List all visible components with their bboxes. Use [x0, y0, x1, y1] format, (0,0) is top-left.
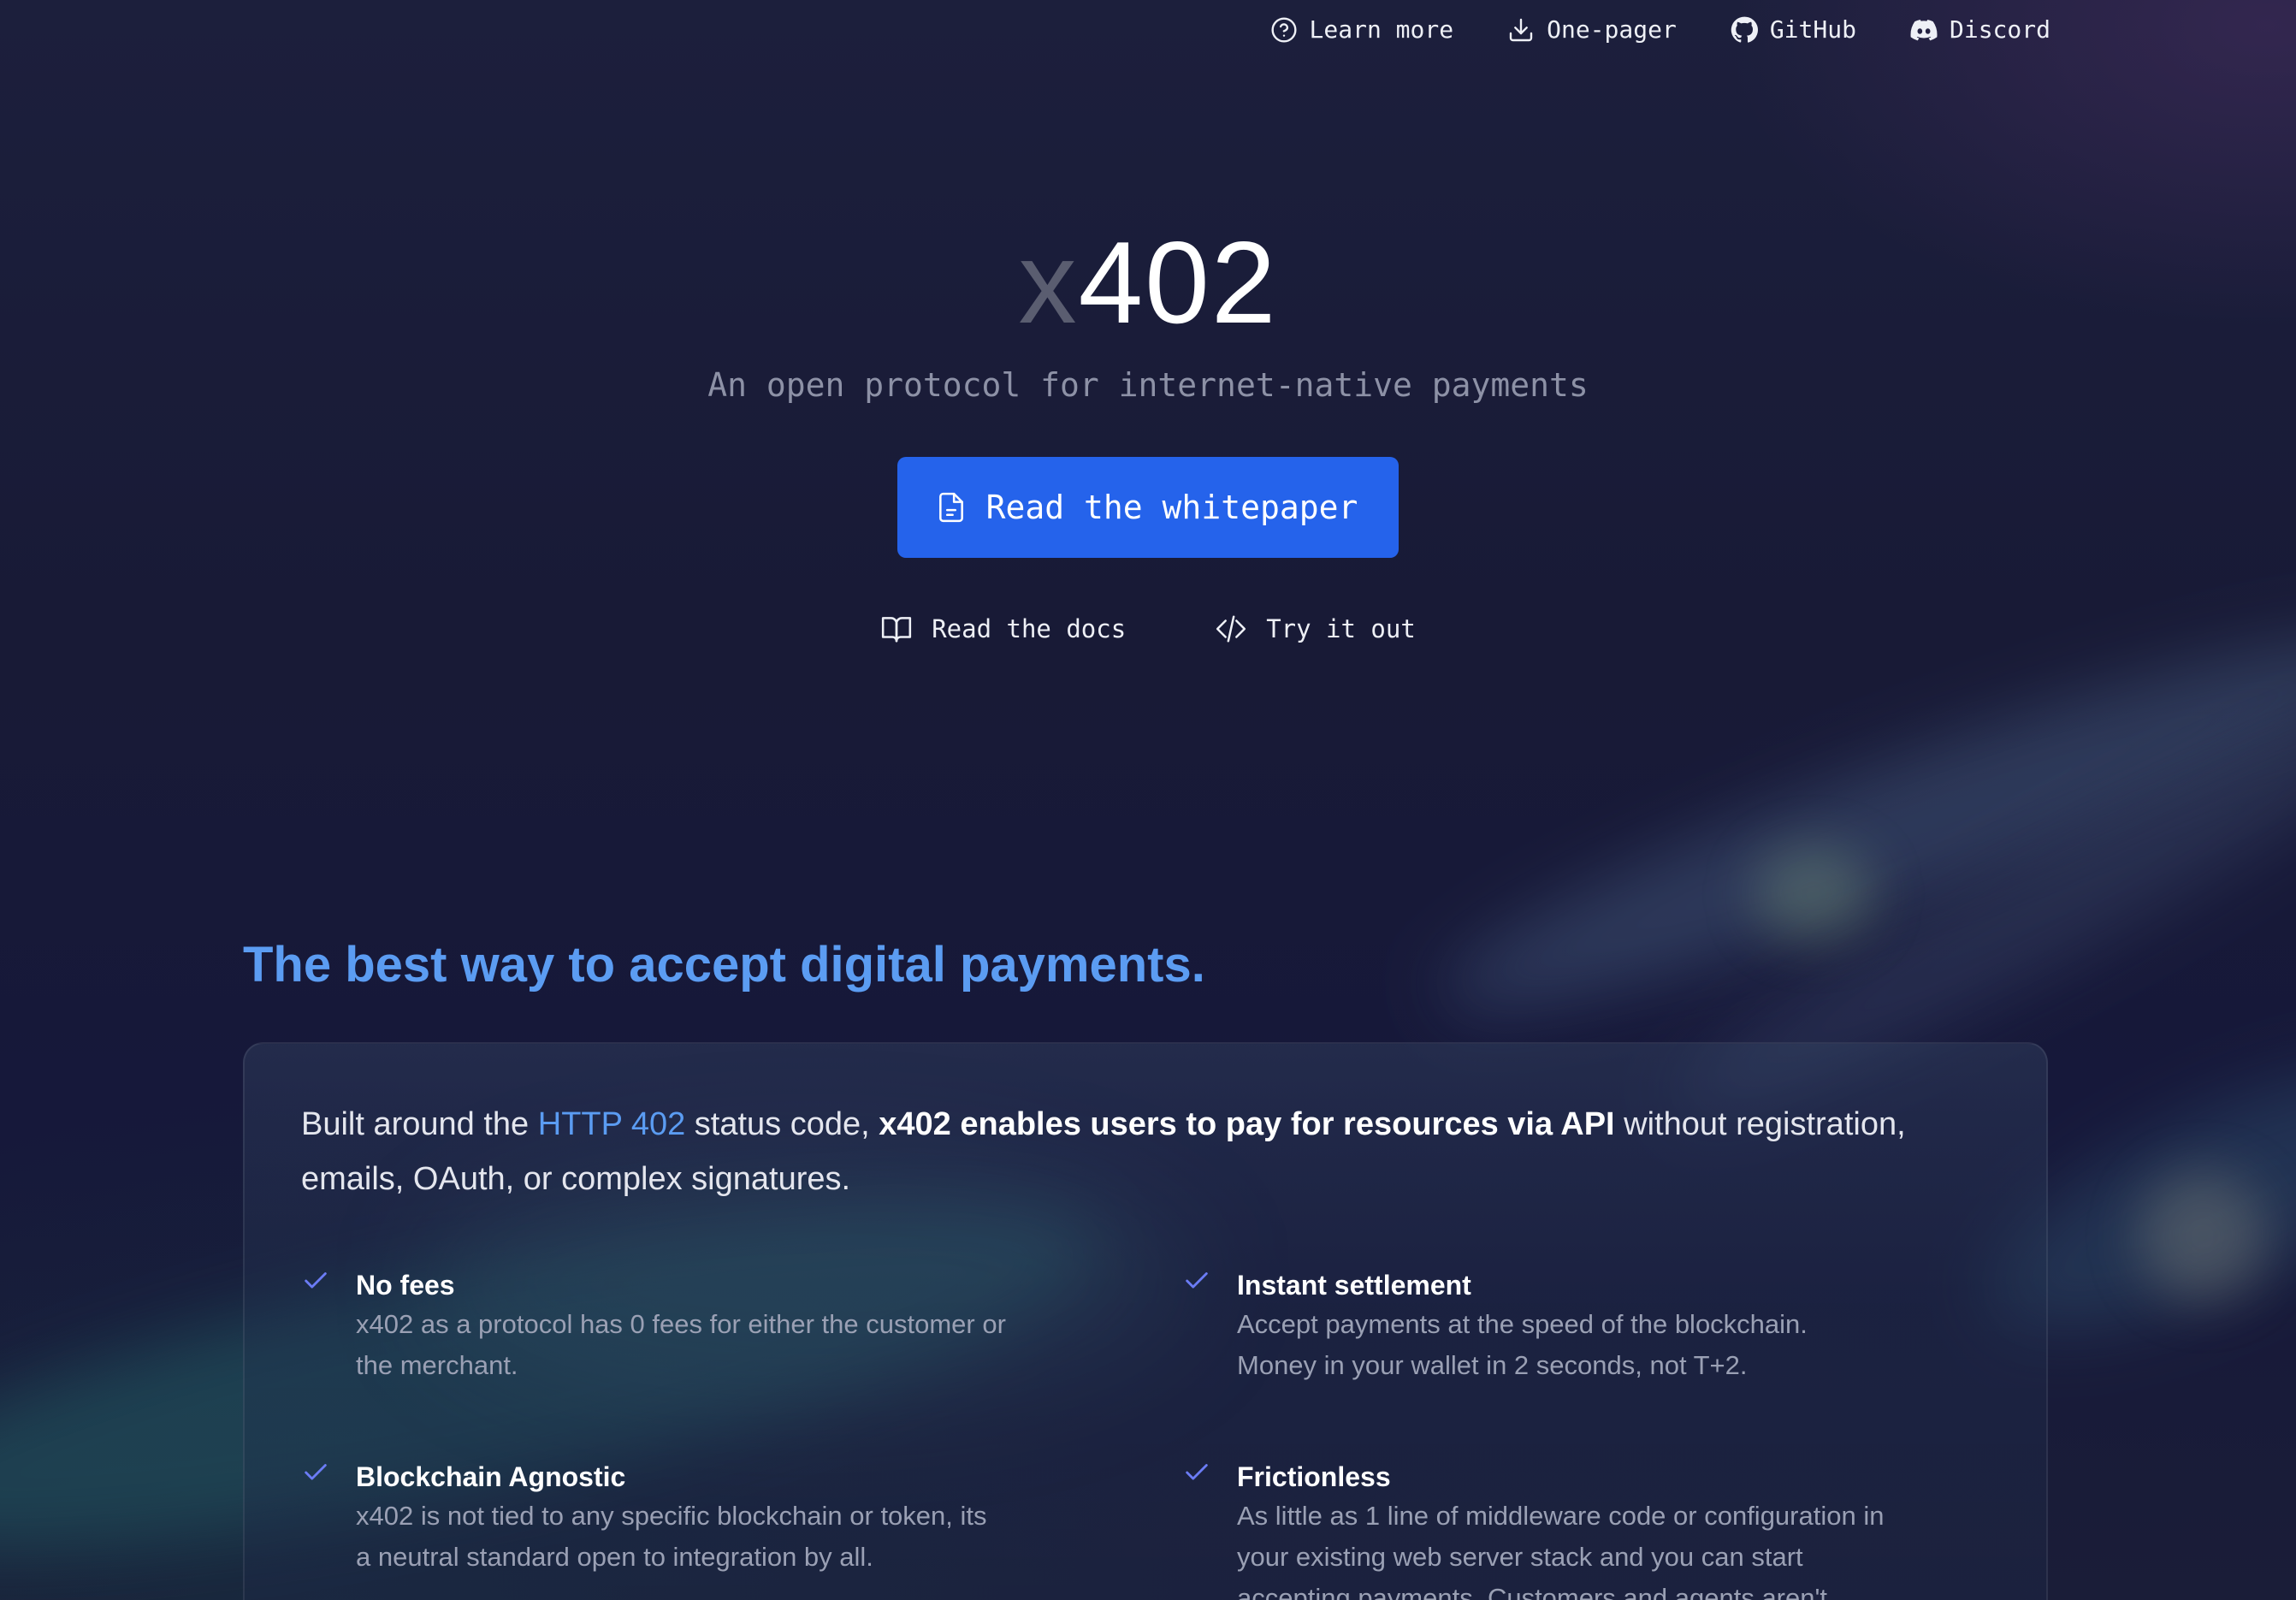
nav-one-pager-label: One-pager: [1547, 15, 1677, 44]
http-402-link[interactable]: HTTP 402: [538, 1106, 685, 1142]
check-icon: [305, 1272, 327, 1289]
feature-title: No fees: [356, 1270, 455, 1301]
feature-no-fees: No fees x402 as a protocol has 0 fees fo…: [301, 1266, 1006, 1386]
check-icon: [1186, 1272, 1208, 1289]
feature-description: x402 as a protocol has 0 fees for either…: [356, 1309, 1006, 1380]
logo-main: 402: [1078, 217, 1278, 347]
features-card: Built around the HTTP 402 status code, x…: [243, 1042, 2048, 1600]
feature-title: Blockchain Agnostic: [356, 1461, 626, 1492]
feature-title: Frictionless: [1237, 1461, 1391, 1492]
read-whitepaper-button[interactable]: Read the whitepaper: [897, 457, 1399, 558]
feature-frictionless: Frictionless As little as 1 line of midd…: [1182, 1458, 1884, 1600]
nav-discord-label: Discord: [1949, 15, 2050, 44]
nav-github[interactable]: GitHub: [1731, 15, 1856, 44]
check-icon: [1186, 1464, 1208, 1480]
feature-instant-settlement: Instant settlement Accept payments at th…: [1182, 1266, 1867, 1386]
feature-description: x402 is not tied to any specific blockch…: [356, 1501, 987, 1572]
hero: x402 An open protocol for internet-nativ…: [0, 214, 2296, 645]
nav-discord[interactable]: Discord: [1910, 15, 2050, 44]
section-heading: The best way to accept digital payments.: [243, 937, 1205, 993]
logo-prefix: x: [1018, 217, 1079, 347]
logo: x402: [0, 214, 2296, 351]
discord-icon: [1910, 19, 1938, 40]
document-icon: [938, 492, 963, 523]
hero-links: Read the docs Try it out: [0, 613, 2296, 645]
nav-learn-more[interactable]: Learn more: [1270, 15, 1454, 44]
book-icon: [882, 617, 912, 643]
nav-learn-more-label: Learn more: [1309, 15, 1454, 44]
feature-description: As little as 1 line of middleware code o…: [1237, 1501, 1885, 1600]
feature-description: Accept payments at the speed of the bloc…: [1237, 1309, 1808, 1380]
github-icon: [1731, 16, 1758, 43]
read-docs-label: Read the docs: [932, 614, 1127, 643]
check-icon: [305, 1464, 327, 1480]
try-it-out-label: Try it out: [1266, 614, 1416, 643]
nav-github-label: GitHub: [1769, 15, 1856, 44]
feature-blockchain-agnostic: Blockchain Agnostic x402 is not tied to …: [301, 1458, 987, 1578]
nav-one-pager[interactable]: One-pager: [1507, 15, 1677, 44]
intro-mid: status code,: [685, 1106, 879, 1142]
feature-title: Instant settlement: [1237, 1270, 1471, 1301]
top-nav: Learn more One-pager GitHub Discord: [1270, 15, 2050, 44]
code-icon: [1216, 615, 1246, 643]
read-docs-link[interactable]: Read the docs: [880, 613, 1126, 645]
try-it-out-link[interactable]: Try it out: [1215, 613, 1416, 645]
intro-paragraph: Built around the HTTP 402 status code, x…: [301, 1097, 2003, 1206]
help-circle-icon: [1270, 16, 1297, 43]
intro-bold: x402 enables users to pay for resources …: [879, 1106, 1615, 1142]
read-whitepaper-label: Read the whitepaper: [985, 489, 1358, 526]
intro-pre: Built around the: [301, 1106, 538, 1142]
download-icon: [1509, 18, 1533, 41]
tagline: An open protocol for internet-native pay…: [707, 366, 1589, 404]
